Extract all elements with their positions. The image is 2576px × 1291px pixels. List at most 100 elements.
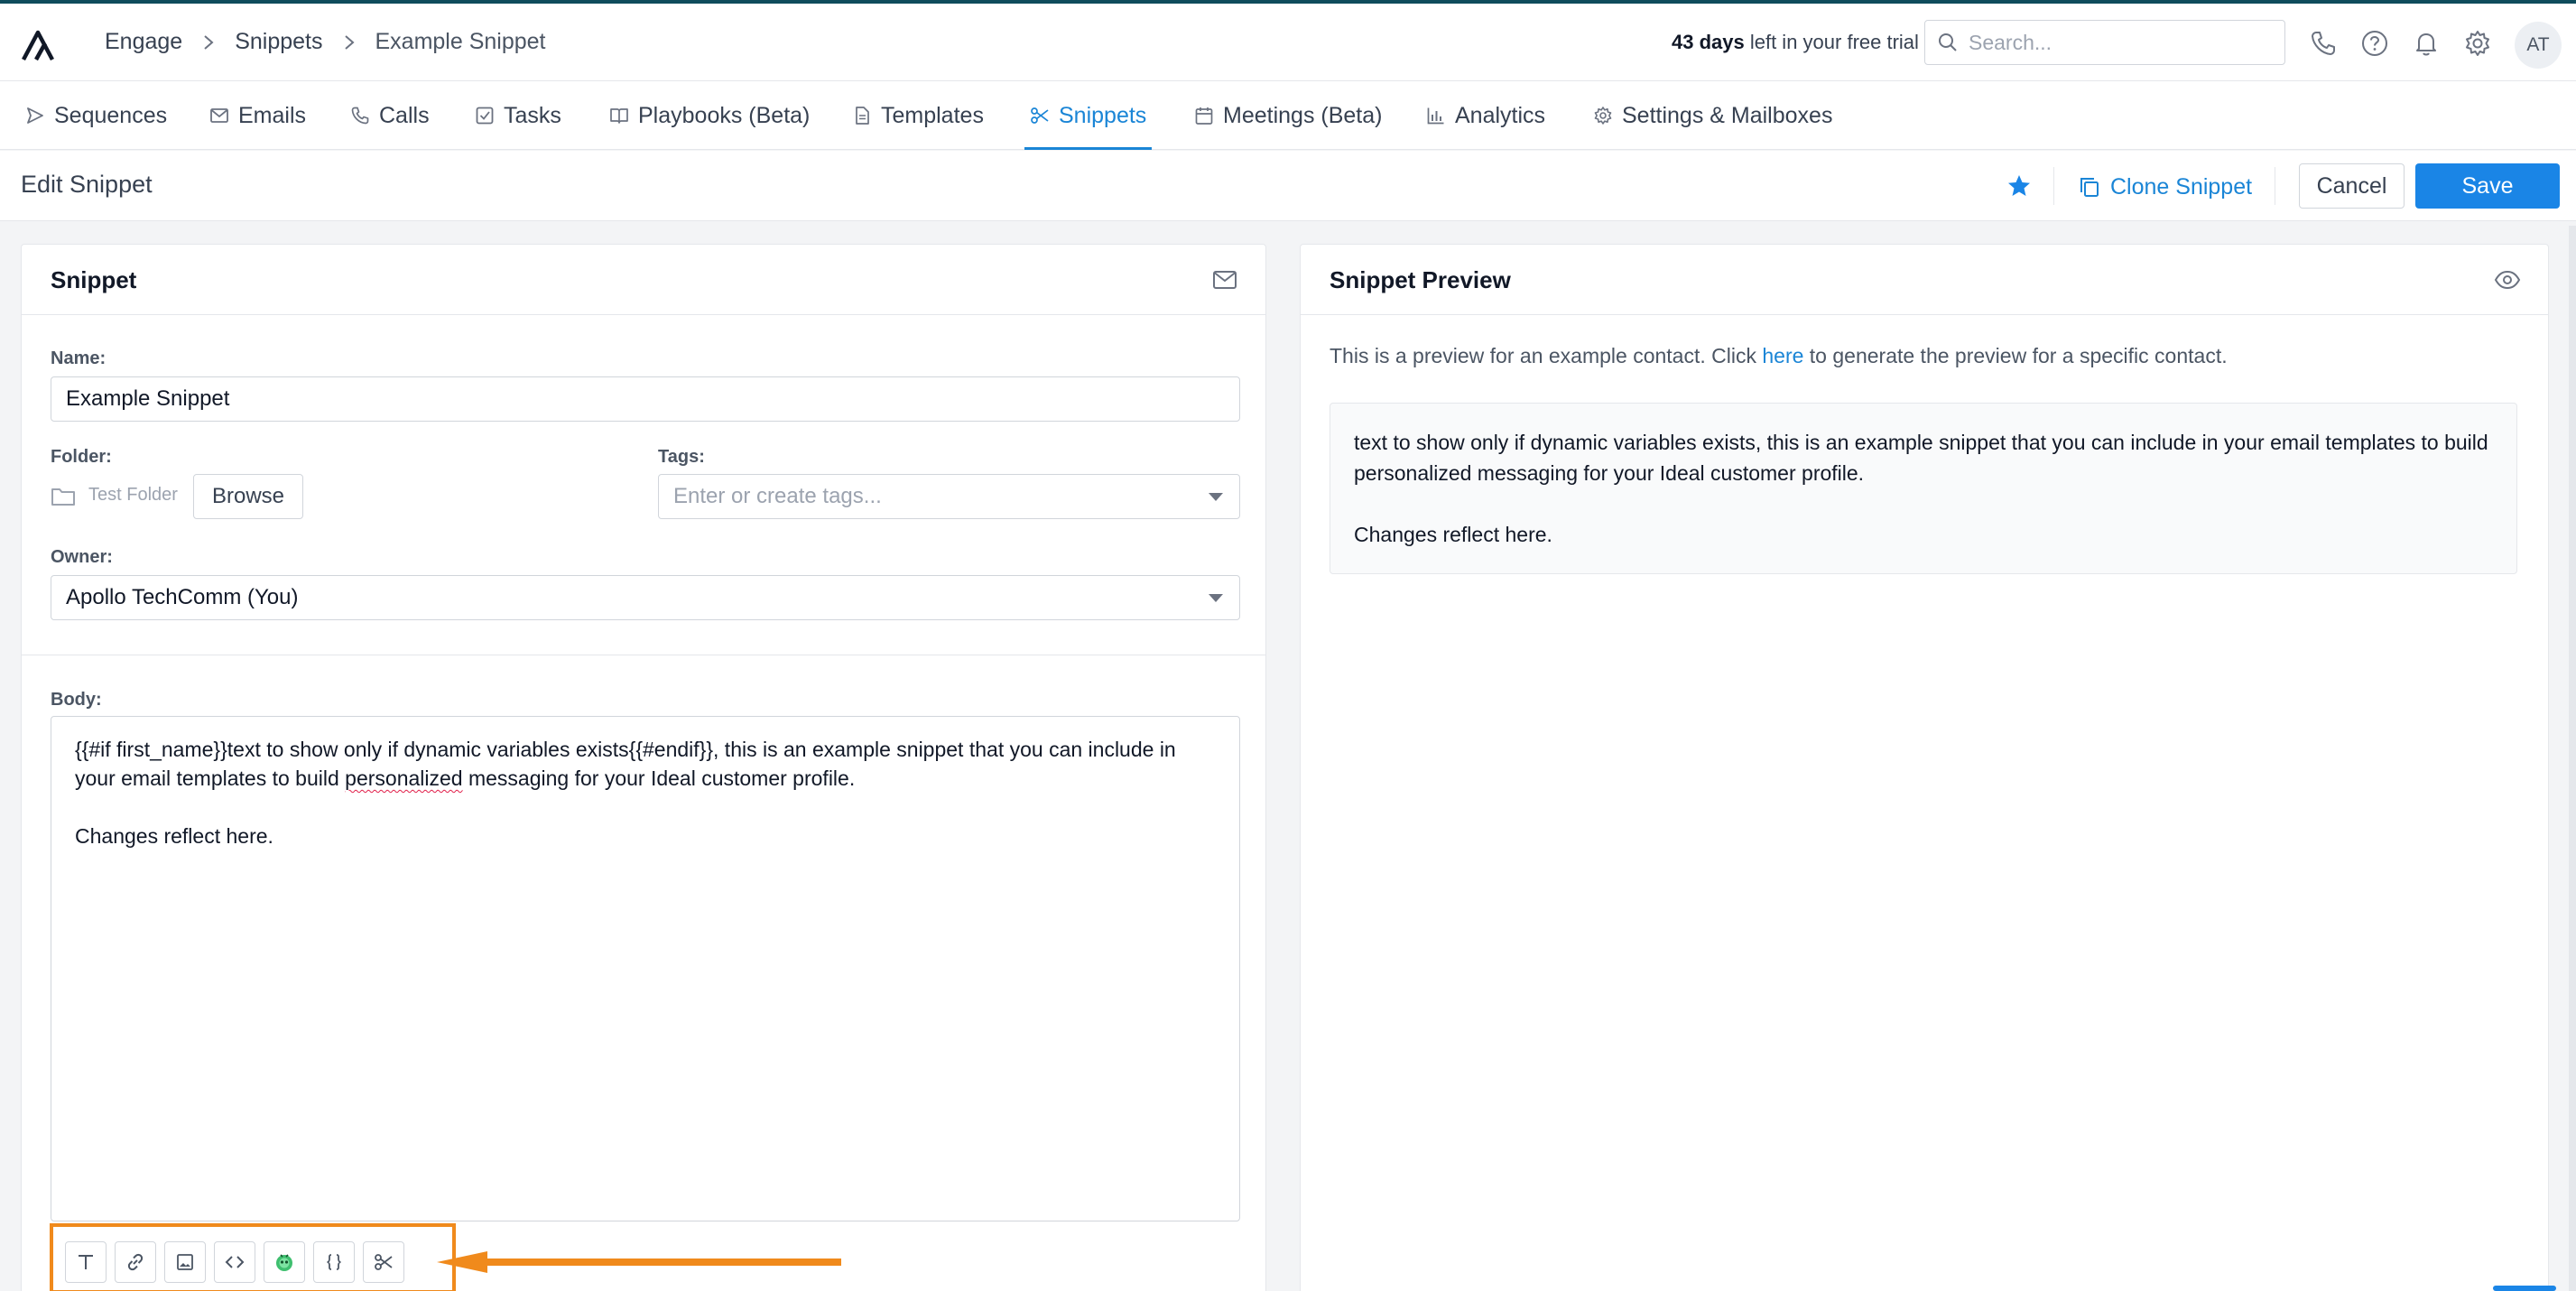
name-label: Name: (51, 348, 107, 368)
phone-icon (351, 107, 369, 125)
trial-notice: 43 days left in your free trial (1672, 31, 1919, 54)
body-paragraph-1: {{#if first_name}}text to show only if d… (75, 735, 1216, 793)
gear-icon[interactable] (2463, 29, 2492, 58)
copy-icon (2080, 178, 2099, 197)
nav-templates[interactable]: Templates (852, 81, 984, 150)
book-icon (610, 108, 628, 124)
avatar[interactable]: AT (2515, 22, 2562, 69)
document-icon (856, 107, 869, 125)
search-box[interactable] (1924, 20, 2285, 65)
tags-input[interactable] (673, 475, 1239, 518)
preview-here-link[interactable]: here (1762, 344, 1803, 367)
owner-label: Owner: (51, 547, 113, 567)
clone-snippet-button[interactable]: Clone Snippet (2078, 167, 2252, 207)
folder-label: Folder: (51, 447, 112, 467)
nav-meetings[interactable]: Meetings (Beta) (1194, 81, 1382, 150)
preview-content: text to show only if dynamic variables e… (1330, 403, 2517, 574)
preview-note-text: This is a preview for an example contact… (1330, 344, 1763, 367)
nav-label: Playbooks (Beta) (638, 102, 811, 128)
send-icon (27, 107, 43, 124)
search-input[interactable] (1969, 28, 2266, 57)
checkbox-icon (476, 107, 494, 125)
top-bar: Engage Snippets Example Snippet 43 days … (0, 0, 2576, 81)
caret-down-icon (1209, 493, 1223, 501)
image-button[interactable] (164, 1241, 206, 1283)
nav-emails[interactable]: Emails (209, 81, 306, 150)
nav-snippets[interactable]: Snippets (1024, 81, 1153, 150)
snippet-preview-panel: Snippet Preview This is a preview for an… (1300, 244, 2549, 1291)
nav-tasks[interactable]: Tasks (475, 81, 561, 150)
page-title: Edit Snippet (21, 171, 153, 198)
nav-label: Meetings (Beta) (1223, 102, 1383, 128)
nav-analytics[interactable]: Analytics (1426, 81, 1545, 150)
code-button[interactable] (214, 1241, 255, 1283)
bell-icon[interactable] (2412, 29, 2441, 58)
nav-label: Templates (881, 102, 984, 128)
bar-chart-icon (1427, 107, 1444, 125)
nav-label: Analytics (1455, 102, 1546, 128)
panel-header: Snippet (22, 245, 1265, 315)
misspelled-word: personalized (345, 766, 463, 790)
body-text: messaging for your Ideal customer profil… (462, 766, 856, 790)
panel-title: Snippet Preview (1330, 266, 1511, 293)
body-editor[interactable]: {{#if first_name}}text to show only if d… (51, 716, 1240, 1221)
code-icon (225, 1256, 245, 1268)
nav-sequences[interactable]: Sequences (25, 81, 167, 150)
breadcrumb: Engage Snippets Example Snippet (105, 29, 546, 55)
gear-icon (1594, 107, 1612, 125)
divider (2053, 167, 2054, 205)
calendar-icon (1195, 107, 1213, 125)
folder-name: Test Folder (88, 485, 178, 505)
ai-assistant-icon (276, 1254, 292, 1271)
name-input[interactable] (66, 377, 1239, 421)
folder-icon (51, 486, 76, 507)
snippet-form-panel: Snippet Name: Folder: Test Folder Browse… (21, 244, 1266, 1291)
chevron-right-icon (344, 34, 355, 50)
save-button[interactable]: Save (2415, 163, 2560, 209)
search-icon (1939, 33, 1957, 51)
trial-days: 43 days (1672, 31, 1745, 53)
link-button[interactable] (115, 1241, 156, 1283)
preview-note-text: to generate the preview for a specific c… (1803, 344, 2228, 367)
apollo-logo-icon[interactable] (20, 27, 60, 63)
mail-icon (210, 108, 228, 123)
ai-assistant-button[interactable] (264, 1241, 305, 1283)
panel-header: Snippet Preview (1301, 245, 2548, 315)
nav-label: Calls (379, 102, 430, 128)
preview-paragraph-2: Changes reflect here. (1354, 523, 1552, 546)
text-format-button[interactable] (65, 1241, 107, 1283)
body-paragraph-2: Changes reflect here. (75, 824, 273, 848)
scroll-indicator (2493, 1286, 2556, 1291)
name-field[interactable] (51, 376, 1240, 422)
nav-label: Snippets (1059, 102, 1147, 128)
annotation-arrow-icon (437, 1251, 841, 1273)
editor-toolbar-highlight (50, 1223, 456, 1291)
browse-button[interactable]: Browse (193, 474, 303, 519)
insert-snippet-button[interactable] (363, 1241, 404, 1283)
tags-select[interactable] (658, 474, 1240, 519)
variables-button[interactable] (313, 1241, 355, 1283)
panel-title: Snippet (51, 266, 137, 293)
owner-value: Apollo TechComm (You) (66, 585, 299, 609)
breadcrumb-snippets[interactable]: Snippets (235, 29, 322, 55)
nav-calls[interactable]: Calls (350, 81, 430, 150)
nav-settings-mailboxes[interactable]: Settings & Mailboxes (1593, 81, 1832, 150)
help-icon[interactable] (2360, 29, 2389, 58)
clone-snippet-label: Clone Snippet (2110, 173, 2253, 200)
preview-paragraph-1: text to show only if dynamic variables e… (1354, 431, 2488, 485)
image-icon (177, 1254, 193, 1270)
nav-label: Sequences (54, 102, 168, 128)
nav-playbooks[interactable]: Playbooks (Beta) (609, 81, 810, 150)
breadcrumb-engage[interactable]: Engage (105, 29, 182, 55)
owner-select[interactable]: Apollo TechComm (You) (51, 575, 1240, 620)
envelope-icon[interactable] (1211, 266, 1238, 293)
eye-icon[interactable] (2494, 266, 2521, 293)
page-scrollbar[interactable] (2569, 226, 2576, 1291)
star-icon[interactable] (2006, 172, 2033, 200)
trial-text: left in your free trial (1744, 31, 1919, 53)
nav-label: Tasks (504, 102, 561, 128)
cancel-button[interactable]: Cancel (2299, 163, 2405, 209)
preview-note: This is a preview for an example contact… (1330, 344, 2228, 368)
phone-icon[interactable] (2309, 29, 2338, 58)
text-format-icon (79, 1255, 93, 1269)
